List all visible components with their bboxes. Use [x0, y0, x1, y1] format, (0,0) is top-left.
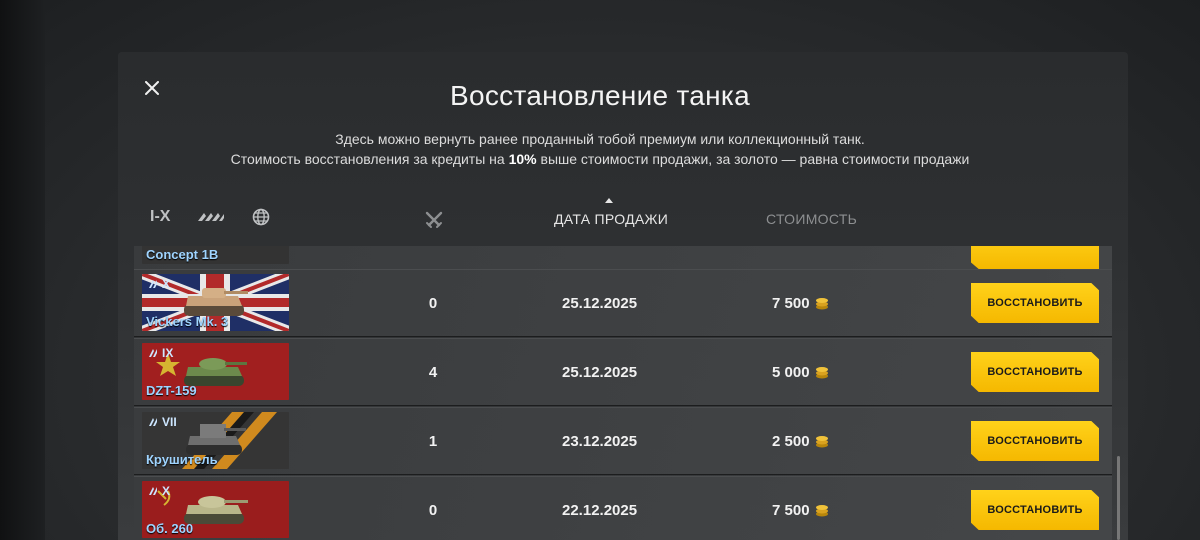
- table-row: IX DZT-159 4 25.12.2025 5 000 ВОССТАНОВИ…: [134, 338, 1112, 406]
- gold-coin-icon: [814, 433, 830, 449]
- tier-badge: X: [148, 277, 170, 291]
- restore-price: 7 500: [772, 270, 830, 336]
- dialog-title: Восстановление танка: [450, 80, 750, 111]
- restore-price: 7 500: [772, 477, 830, 540]
- tier-label: X: [162, 277, 171, 291]
- tier-badge: IX: [148, 346, 173, 360]
- restore-price: 5 000: [772, 339, 830, 405]
- tier-filter[interactable]: I-X: [150, 208, 170, 226]
- battles-count: 0: [428, 501, 438, 519]
- battles-column-header[interactable]: [424, 210, 444, 234]
- price-value: 2 500: [772, 432, 810, 450]
- vehicle-type-filter[interactable]: [196, 209, 226, 225]
- battles-count: 1: [428, 432, 438, 450]
- tank-thumbnail[interactable]: VII Крушитель: [142, 412, 289, 469]
- table-row: X Об. 260 0 22.12.2025 7 500 ВОССТАНОВИТ…: [134, 476, 1112, 540]
- restore-button[interactable]: [971, 246, 1099, 269]
- restore-button[interactable]: ВОССТАНОВИТЬ: [971, 283, 1099, 323]
- gold-coin-icon: [814, 364, 830, 380]
- subtitle-text-pre: Стоимость восстановления за кредиты на: [230, 151, 509, 167]
- vehicle-type-icon: [198, 213, 225, 221]
- battles-count: 4: [428, 363, 438, 381]
- sale-date: 25.12.2025: [562, 294, 638, 312]
- gold-coin-icon: [814, 295, 830, 311]
- subtitle-text-post: выше стоимости продажи, за золото — равн…: [536, 151, 970, 167]
- restore-price: 2 500: [772, 408, 830, 474]
- tier-badge: X: [148, 484, 170, 498]
- tier-label: VII: [162, 415, 177, 429]
- tank-thumbnail[interactable]: X Vickers Mk. 3: [142, 274, 289, 331]
- tank-thumbnail[interactable]: X Об. 260: [142, 481, 289, 538]
- nation-filter[interactable]: [252, 208, 270, 226]
- tier-badge: VII: [148, 415, 177, 429]
- sale-date: 23.12.2025: [562, 432, 638, 450]
- tank-thumbnail[interactable]: Concept 1B: [142, 246, 289, 264]
- battles-count: 0: [428, 294, 438, 312]
- tank-name: DZT-159: [146, 383, 197, 398]
- tank-name: Об. 260: [146, 521, 194, 536]
- price-value: 7 500: [772, 294, 810, 312]
- sale-date-column-header[interactable]: ДАТА ПРОДАЖИ: [554, 211, 668, 227]
- tank-name: Concept 1B: [146, 247, 219, 262]
- cost-column-header[interactable]: СТОИМОСТЬ: [766, 211, 857, 227]
- dialog-subtitle-2: Стоимость восстановления за кредиты на 1…: [0, 151, 1200, 167]
- sale-date: 22.12.2025: [562, 501, 638, 519]
- price-value: 5 000: [772, 363, 810, 381]
- restore-button[interactable]: ВОССТАНОВИТЬ: [971, 352, 1099, 392]
- premium-type-icon: [149, 487, 157, 495]
- price-value: 7 500: [772, 501, 810, 519]
- restore-button[interactable]: ВОССТАНОВИТЬ: [971, 421, 1099, 461]
- tank-name: Vickers Mk. 3: [146, 314, 229, 329]
- restore-button[interactable]: ВОССТАНОВИТЬ: [971, 490, 1099, 530]
- tank-thumbnail[interactable]: IX DZT-159: [142, 343, 289, 400]
- crossed-swords-icon: [425, 211, 443, 228]
- tank-list[interactable]: Concept 1B X Vickers Mk. 3 0 25.12.2025 …: [134, 246, 1114, 540]
- sale-date: 25.12.2025: [562, 363, 638, 381]
- table-row: X Vickers Mk. 3 0 25.12.2025 7 500 ВОССТ…: [134, 269, 1112, 337]
- dialog-subtitle-1: Здесь можно вернуть ранее проданный тобо…: [335, 131, 865, 147]
- tier-label: X: [162, 484, 171, 498]
- sort-ascending-icon: [605, 198, 613, 203]
- globe-icon: [253, 208, 270, 226]
- tank-name: Крушитель: [146, 452, 218, 467]
- table-row: VII Крушитель 1 23.12.2025 2 500 ВОССТАН…: [134, 407, 1112, 475]
- table-row: Concept 1B: [134, 246, 1112, 270]
- premium-type-icon: [149, 418, 157, 426]
- tier-filter-label: I-X: [150, 208, 171, 225]
- premium-type-icon: [149, 280, 157, 288]
- tier-label: IX: [162, 346, 174, 360]
- gold-coin-icon: [814, 502, 830, 518]
- subtitle-percent: 10%: [508, 151, 537, 167]
- scrollbar[interactable]: [1117, 456, 1120, 540]
- premium-type-icon: [149, 349, 157, 357]
- filter-bar: I-X: [150, 208, 296, 226]
